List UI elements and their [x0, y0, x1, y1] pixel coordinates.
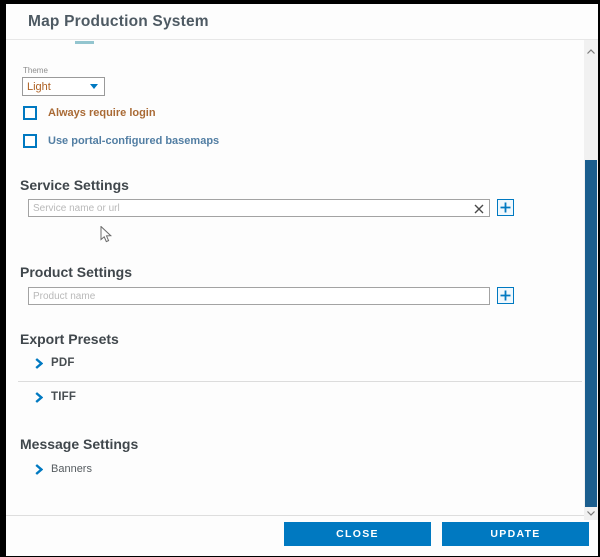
theme-selected-value: Light: [27, 81, 51, 93]
clear-service-input-button[interactable]: [472, 202, 485, 215]
close-button[interactable]: CLOSE: [284, 522, 431, 546]
portal-basemaps-checkbox[interactable]: [23, 134, 37, 148]
chevron-down-icon: [90, 84, 98, 89]
scrollbar-up-button[interactable]: [584, 44, 598, 58]
service-name-input[interactable]: [28, 199, 490, 217]
scrolled-content-fragment: [75, 41, 94, 44]
product-settings-heading: Product Settings: [20, 264, 132, 280]
scrollbar-thumb[interactable]: [585, 160, 597, 507]
theme-field-label: Theme: [23, 66, 48, 75]
export-preset-tiff-expander[interactable]: TIFF: [35, 391, 76, 403]
message-settings-heading: Message Settings: [20, 436, 138, 452]
dialog-title: Map Production System: [28, 13, 209, 31]
tiff-preset-label: TIFF: [51, 391, 76, 403]
preset-row-divider: [18, 381, 582, 382]
chevron-right-icon: [35, 392, 43, 403]
product-name-input[interactable]: [28, 287, 490, 305]
always-require-login-label[interactable]: Always require login: [48, 107, 156, 119]
pdf-preset-label: PDF: [51, 357, 75, 369]
service-settings-heading: Service Settings: [20, 177, 129, 193]
export-presets-heading: Export Presets: [20, 331, 119, 347]
chevron-down-icon: [587, 511, 595, 516]
mouse-cursor-icon: [100, 226, 112, 248]
plus-icon: [500, 290, 511, 301]
chevron-right-icon: [35, 358, 43, 369]
screen: Map Production System Theme Light Always…: [0, 0, 600, 557]
scrollbar-down-button[interactable]: [584, 506, 598, 520]
portal-basemaps-label[interactable]: Use portal-configured basemaps: [48, 135, 219, 147]
plus-icon: [500, 202, 511, 213]
add-product-button[interactable]: [497, 287, 514, 304]
x-icon: [474, 204, 484, 214]
export-preset-pdf-expander[interactable]: PDF: [35, 357, 75, 369]
banners-label: Banners: [51, 463, 92, 475]
header-divider: [6, 39, 598, 40]
chevron-up-icon: [587, 49, 595, 54]
footer-divider: [6, 515, 598, 516]
always-require-login-checkbox[interactable]: [23, 106, 37, 120]
checkbox-row-portal-basemaps[interactable]: Use portal-configured basemaps: [23, 134, 219, 148]
banners-expander[interactable]: Banners: [35, 463, 92, 475]
chevron-right-icon: [35, 464, 43, 475]
update-button[interactable]: UPDATE: [442, 522, 589, 546]
add-service-button[interactable]: [497, 199, 514, 216]
theme-dropdown[interactable]: Light: [22, 77, 105, 96]
checkbox-row-require-login[interactable]: Always require login: [23, 106, 156, 120]
